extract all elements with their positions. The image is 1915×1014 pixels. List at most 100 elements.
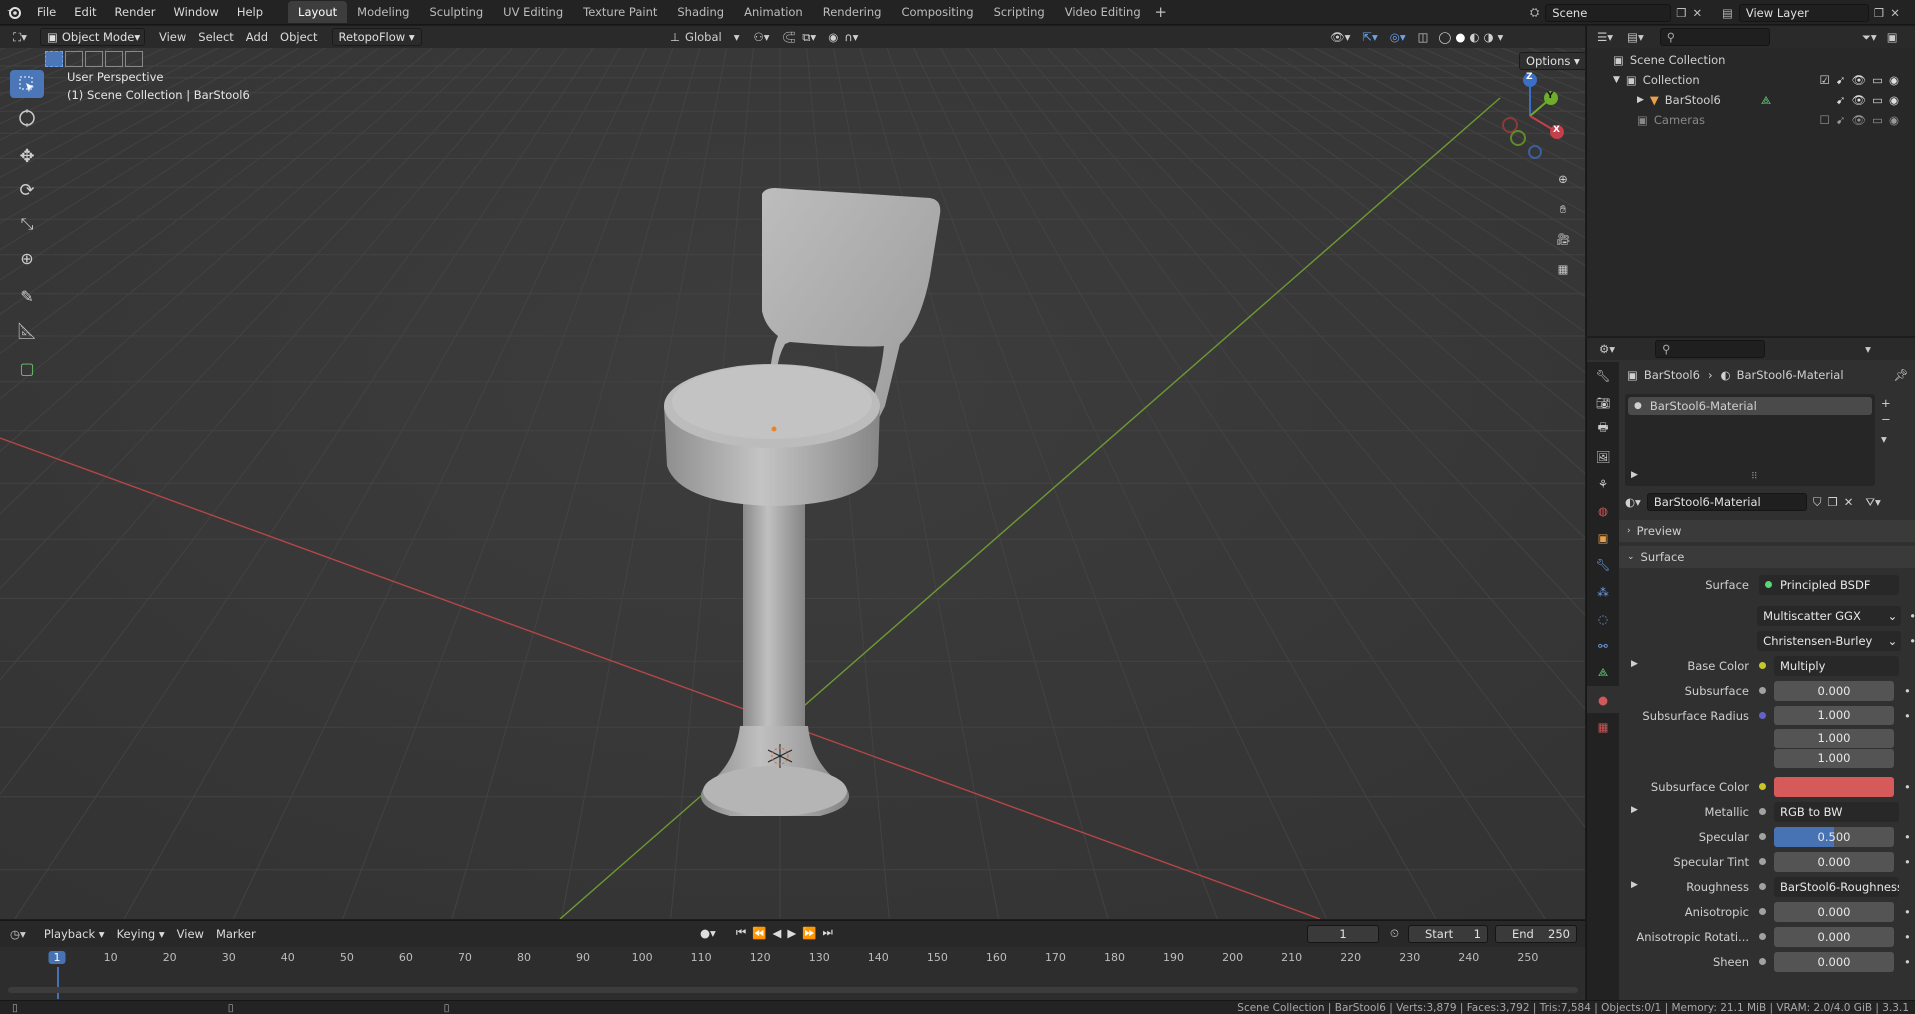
decorator-dot-icon[interactable]: •: [1904, 709, 1911, 723]
view-layer-tab-icon[interactable]: 🖼︎: [1587, 443, 1619, 470]
menu-object[interactable]: Object: [274, 28, 323, 46]
3d-viewport[interactable]: ⛶▾ ▣ Object Mode ▾ View Select Add Objec…: [0, 26, 1585, 919]
tab-compositing[interactable]: Compositing: [891, 1, 983, 23]
decorator-dot-icon[interactable]: •: [1909, 609, 1915, 623]
select-box-tool-icon[interactable]: [10, 70, 44, 98]
material-slot-item[interactable]: ● BarStool6-Material: [1628, 397, 1872, 415]
visibility-icon[interactable]: 👁︎▾: [1330, 30, 1350, 44]
snap-settings-icon[interactable]: ⧉▾: [802, 30, 816, 45]
expand-arrow-icon[interactable]: ▼: [1613, 70, 1620, 90]
navigation-gizmo[interactable]: Z Y X: [1495, 70, 1565, 160]
object-tab-icon[interactable]: ▣: [1587, 524, 1619, 551]
tab-animation[interactable]: Animation: [734, 1, 813, 23]
slot-menu-icon[interactable]: ▾: [1881, 432, 1891, 446]
pin-icon[interactable]: 📌︎: [1893, 368, 1908, 382]
resize-handle-icon[interactable]: ⠿: [1751, 472, 1758, 482]
tab-modeling[interactable]: Modeling: [347, 1, 419, 23]
add-slot-icon[interactable]: +: [1881, 396, 1891, 410]
object-mode-dropdown[interactable]: ▣ Object Mode ▾: [40, 28, 145, 46]
transform-orientation-dropdown[interactable]: ⊥ Global ▾ ⚇▾ 🧲︎ ⧉▾ ◉ ∩▾: [670, 30, 858, 45]
tab-shading[interactable]: Shading: [667, 1, 734, 23]
roughness-field[interactable]: BarStool6-Roughness.pn: [1774, 876, 1899, 897]
gizmo-toggle-icon[interactable]: ⇱▾: [1362, 30, 1377, 44]
play-icon[interactable]: ▶: [787, 926, 796, 940]
specular-tint-field[interactable]: 0.000: [1774, 851, 1894, 872]
preview-range-icon[interactable]: ⏲: [1390, 926, 1399, 941]
vector-socket-icon[interactable]: [1759, 712, 1766, 719]
decorator-dot-icon[interactable]: •: [1904, 684, 1911, 698]
constraints-tab-icon[interactable]: ⚯: [1587, 632, 1619, 659]
menu-timeline-view[interactable]: View: [171, 925, 210, 943]
value-socket-icon[interactable]: [1759, 858, 1766, 865]
select-new-icon[interactable]: [45, 51, 63, 67]
outliner-editor-type-icon[interactable]: ☰▾: [1597, 30, 1613, 44]
scene-field[interactable]: Scene: [1545, 3, 1672, 22]
display-mode-icon[interactable]: ▤▾: [1627, 30, 1644, 44]
expand-arrow-icon[interactable]: ▶: [1631, 880, 1638, 890]
specular-slider[interactable]: 0.500: [1774, 826, 1894, 847]
color-socket-icon[interactable]: [1759, 783, 1766, 790]
scene-tab-icon[interactable]: ⚘: [1587, 470, 1619, 497]
tool-tab-icon[interactable]: 🔧︎: [1587, 362, 1619, 389]
menu-view[interactable]: View: [153, 28, 192, 46]
anisotropic-field[interactable]: 0.000: [1774, 901, 1894, 922]
slot-expand-icon[interactable]: ▶: [1631, 470, 1638, 480]
annotate-tool-icon[interactable]: ✎: [10, 282, 44, 310]
play-reverse-icon[interactable]: ◀: [773, 926, 782, 940]
barstool6-visibility-icons[interactable]: ➹👁︎▭◉: [1836, 90, 1905, 110]
expand-arrow-icon[interactable]: ▶: [1631, 659, 1638, 669]
subsurface-method-dropdown[interactable]: Christensen-Burley ⌄: [1757, 630, 1902, 651]
subsurface-field[interactable]: 0.000: [1774, 680, 1894, 701]
expand-arrow-icon[interactable]: ▶: [1631, 805, 1638, 815]
color-socket-icon[interactable]: [1759, 662, 1766, 669]
decorator-dot-icon[interactable]: •: [1904, 855, 1911, 869]
value-socket-icon[interactable]: [1759, 958, 1766, 965]
tab-uv-editing[interactable]: UV Editing: [493, 1, 573, 23]
decorator-dot-icon[interactable]: •: [1904, 780, 1911, 794]
fake-user-icon[interactable]: ⛉: [1813, 495, 1822, 510]
menu-window[interactable]: Window: [164, 0, 227, 25]
timeline-editor-type-icon[interactable]: ◷▾: [10, 927, 26, 941]
menu-keying[interactable]: Keying ▾: [111, 925, 171, 943]
record-icon[interactable]: ●▾: [700, 926, 716, 940]
data-tab-icon[interactable]: ⟁: [1587, 659, 1619, 686]
menu-edit[interactable]: Edit: [65, 0, 105, 25]
menu-file[interactable]: File: [28, 0, 65, 25]
surface-shader-field[interactable]: Principled BSDF: [1759, 574, 1899, 595]
material-link-icon[interactable]: ⛛▾: [1865, 495, 1880, 510]
pivot-icon[interactable]: ⚇▾: [754, 30, 770, 44]
pan-hand-icon[interactable]: ✋︎: [1550, 196, 1576, 222]
move-tool-icon[interactable]: ✥: [10, 142, 44, 170]
shading-options-icon[interactable]: ▾: [1498, 30, 1504, 44]
texture-tab-icon[interactable]: ▦: [1587, 713, 1619, 740]
material-shading-icon[interactable]: ◐: [1469, 30, 1479, 44]
add-workspace-icon[interactable]: +: [1151, 3, 1171, 21]
world-tab-icon[interactable]: ◍: [1587, 497, 1619, 524]
surface-panel-header[interactable]: ⌄ Surface: [1619, 546, 1915, 568]
menu-render[interactable]: Render: [106, 0, 165, 25]
menu-help[interactable]: Help: [228, 0, 272, 25]
collection-visibility-icons[interactable]: ☑➹👁︎▭◉: [1820, 70, 1905, 90]
decorator-dot-icon[interactable]: •: [1904, 930, 1911, 944]
zoom-icon[interactable]: ⊕: [1550, 166, 1576, 192]
material-tab-icon[interactable]: ●: [1587, 686, 1619, 713]
jump-end-icon[interactable]: ⏭: [823, 925, 833, 940]
select-difference-icon[interactable]: [105, 51, 123, 67]
options-dropdown[interactable]: Options ▾: [1519, 52, 1585, 70]
view-layer-icon[interactable]: ▤: [1722, 6, 1733, 20]
material-browse-icon[interactable]: ◐▾: [1625, 495, 1641, 509]
scale-tool-icon[interactable]: ⤡: [10, 210, 44, 238]
tab-sculpting[interactable]: Sculpting: [419, 1, 493, 23]
menu-playback[interactable]: Playback ▾: [38, 925, 111, 943]
next-keyframe-icon[interactable]: ⏩: [802, 926, 816, 940]
solid-shading-icon[interactable]: ●: [1455, 30, 1465, 44]
material-name-field[interactable]: BarStool6-Material: [1646, 493, 1807, 511]
snap-icon[interactable]: 🧲︎: [782, 30, 797, 44]
editor-type-icon[interactable]: ⛶▾: [0, 30, 40, 45]
jump-start-icon[interactable]: ⏮: [736, 925, 746, 940]
prev-keyframe-icon[interactable]: ⏪: [752, 926, 766, 940]
playhead-line[interactable]: [57, 967, 59, 999]
render-tab-icon[interactable]: 📷︎: [1587, 389, 1619, 416]
duplicate-material-icon[interactable]: ❐: [1827, 495, 1837, 509]
select-extend-icon[interactable]: [65, 51, 83, 67]
